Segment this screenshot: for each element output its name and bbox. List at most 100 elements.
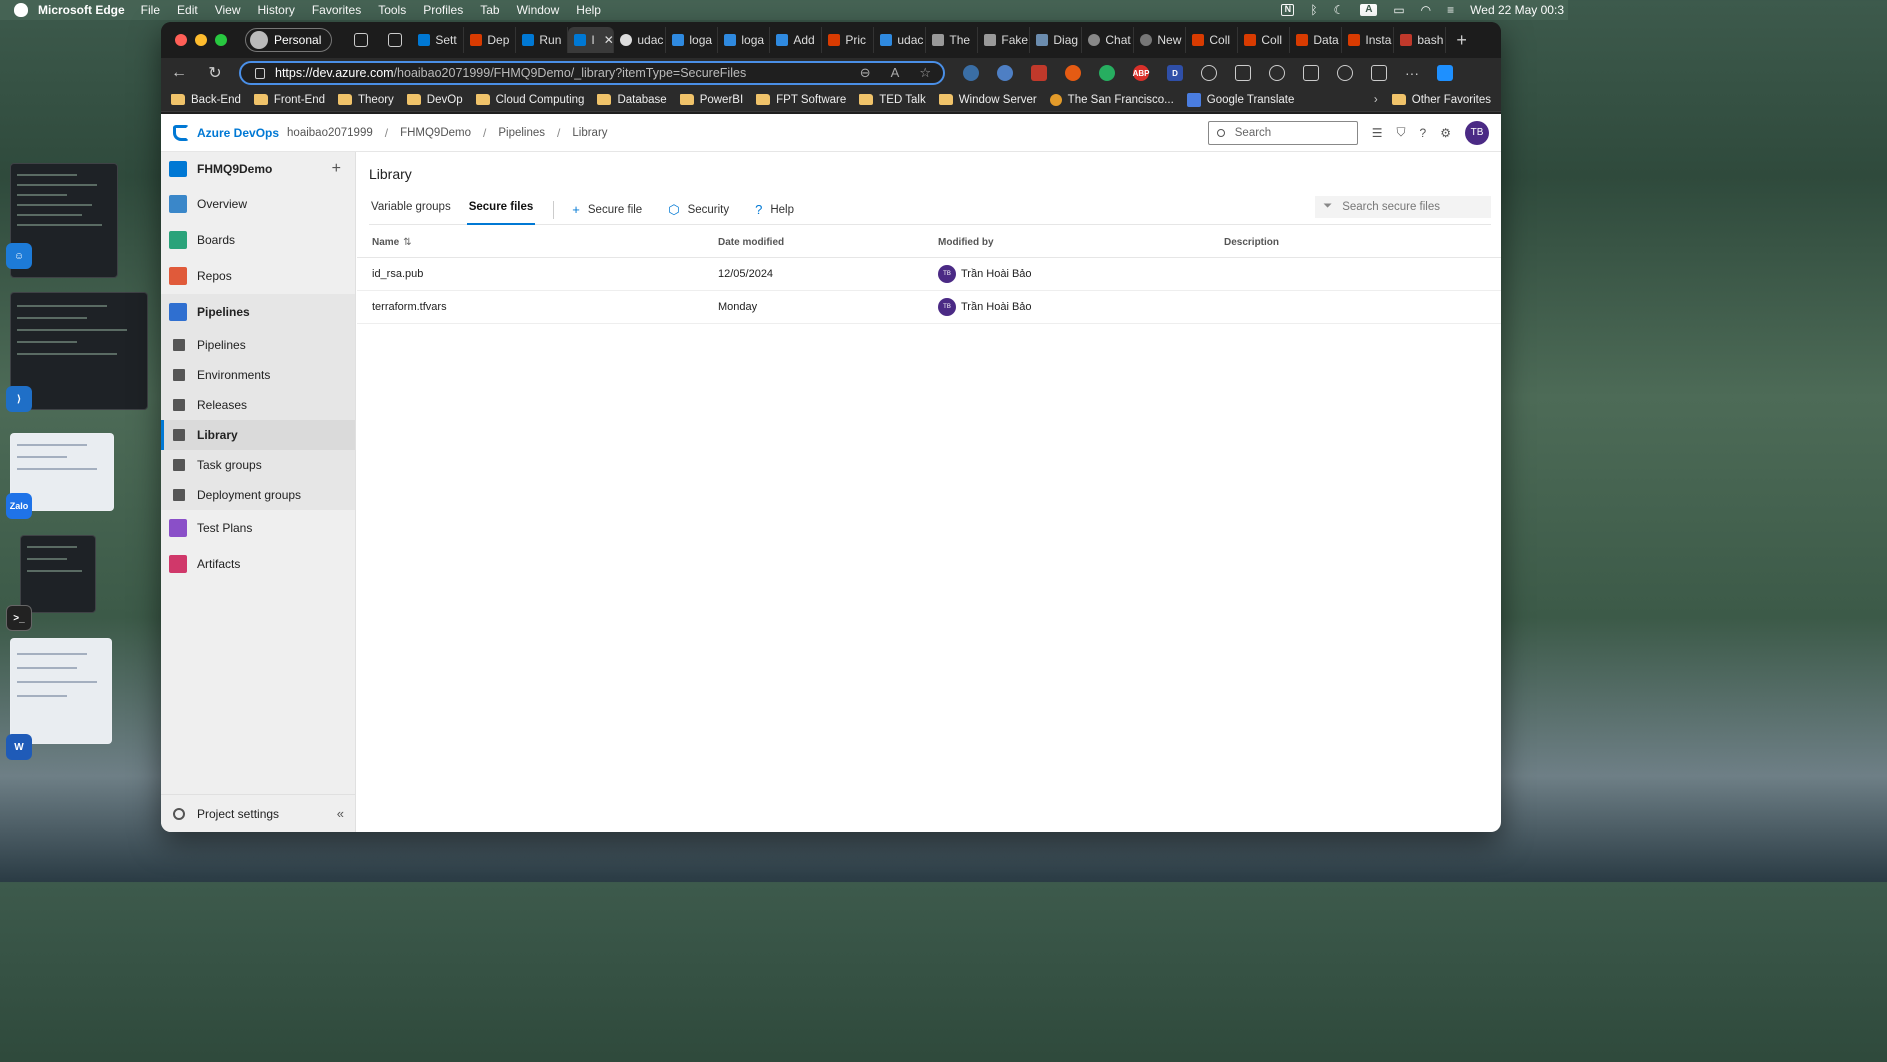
sidebar-item-boards[interactable]: Boards xyxy=(161,222,355,258)
user-settings-icon[interactable]: ⚙ xyxy=(1440,126,1451,140)
marketplace-bag-icon[interactable]: ⛉ xyxy=(1397,125,1406,140)
add-secure-file-button[interactable]: + Secure file xyxy=(572,198,642,222)
bookmark-folder[interactable]: Front-End xyxy=(253,94,325,106)
bookmark-folder[interactable]: DevOp xyxy=(406,94,463,106)
collapse-sidebar-icon[interactable]: « xyxy=(337,806,344,821)
sidebar-subitem-library[interactable]: Library xyxy=(161,420,355,450)
vscode-icon[interactable]: ⟩ xyxy=(6,386,32,412)
project-settings-link[interactable]: Project settings « xyxy=(161,794,356,832)
tab-secure-files[interactable]: Secure files xyxy=(466,195,536,225)
browser-tab-active[interactable]: I ✕ xyxy=(568,27,615,53)
terminal-icon[interactable]: >_ xyxy=(6,605,32,631)
word-icon[interactable]: W xyxy=(6,734,32,760)
menu-file[interactable]: File xyxy=(141,3,160,17)
browser-tab[interactable]: loga xyxy=(666,27,719,53)
tab-variable-groups[interactable]: Variable groups xyxy=(369,195,453,225)
url-field[interactable]: https://dev.azure.com/hoaibao2071999/FHM… xyxy=(239,61,945,85)
breadcrumb-library[interactable]: Library xyxy=(572,127,607,139)
collections-icon[interactable] xyxy=(1303,65,1319,81)
breadcrumb-organization[interactable]: hoaibao2071999 xyxy=(287,127,373,139)
help-button[interactable]: ? Help xyxy=(755,198,794,222)
sidebar-item-overview[interactable]: Overview xyxy=(161,186,355,222)
chevron-right-icon[interactable]: › xyxy=(1374,94,1378,106)
breadcrumb-pipelines[interactable]: Pipelines xyxy=(498,127,545,139)
extension-icon[interactable] xyxy=(1031,65,1047,81)
finder-icon[interactable]: ☺ xyxy=(6,243,32,269)
favorite-star-icon[interactable]: ☆ xyxy=(919,65,931,81)
apps-icon[interactable] xyxy=(1371,65,1387,81)
browser-tab[interactable]: Fake xyxy=(978,27,1031,53)
sidebar-item-pipelines[interactable]: Pipelines xyxy=(161,294,355,330)
extension-d-icon[interactable]: D xyxy=(1167,65,1183,81)
browser-tab[interactable]: loga xyxy=(718,27,771,53)
file-name[interactable]: id_rsa.pub xyxy=(357,268,718,280)
menu-tools[interactable]: Tools xyxy=(378,3,406,17)
minimize-window-button[interactable] xyxy=(195,34,207,46)
zoom-icon[interactable]: ⊖ xyxy=(860,65,871,81)
menubar-clock[interactable]: Wed 22 May 00:3 xyxy=(1470,3,1564,17)
user-avatar[interactable]: TB xyxy=(1465,120,1489,145)
column-date-modified[interactable]: Date modified xyxy=(718,237,938,248)
column-description[interactable]: Description xyxy=(1224,237,1501,248)
browser-tab[interactable]: Chat xyxy=(1082,27,1135,53)
work-items-icon[interactable]: ☰ xyxy=(1372,126,1383,140)
browser-tab[interactable]: Coll xyxy=(1238,27,1291,53)
browser-tab[interactable]: Run xyxy=(516,27,569,53)
browser-tab[interactable]: The xyxy=(926,27,979,53)
bookmark-link[interactable]: Google Translate xyxy=(1186,92,1294,107)
column-name[interactable]: Name ⇅ xyxy=(357,237,718,248)
tab-actions-icon[interactable] xyxy=(388,33,403,47)
stage-window-thumbnail[interactable] xyxy=(20,535,96,613)
browser-tab[interactable]: Sett xyxy=(412,27,465,53)
apple-icon[interactable] xyxy=(14,3,28,17)
azure-devops-logo-icon[interactable] xyxy=(173,124,189,141)
sidebar-item-test-plans[interactable]: Test Plans xyxy=(161,510,355,546)
moon-icon[interactable]: ☾ xyxy=(1334,3,1345,17)
bookmark-folder[interactable]: Cloud Computing xyxy=(475,94,584,106)
close-tab-icon[interactable]: ✕ xyxy=(604,33,614,47)
browser-tab[interactable]: Insta xyxy=(1342,27,1395,53)
split-screen-icon[interactable] xyxy=(1235,65,1251,81)
bluetooth-icon[interactable]: ᛒ xyxy=(1310,3,1317,17)
bookmark-folder[interactable]: Back-End xyxy=(171,94,241,106)
sidebar-subitem-releases[interactable]: Releases xyxy=(161,390,355,420)
other-favorites-folder[interactable]: Other Favorites xyxy=(1391,94,1491,106)
stage-window-thumbnail[interactable] xyxy=(10,638,112,744)
notion-icon[interactable]: N xyxy=(1281,4,1295,16)
adblock-plus-icon[interactable]: ABP xyxy=(1133,65,1149,81)
search-secure-files-input[interactable]: ⏷ Search secure files xyxy=(1315,195,1491,218)
battery-icon[interactable]: ▭ xyxy=(1393,3,1404,17)
browser-tab[interactable]: Data xyxy=(1290,27,1343,53)
zalo-icon[interactable]: Zalo xyxy=(6,493,32,519)
help-icon[interactable]: ? xyxy=(1420,126,1427,140)
more-options-icon[interactable]: ··· xyxy=(1405,65,1419,81)
refresh-icon[interactable]: ↻ xyxy=(197,63,233,83)
bookmark-folder[interactable]: FPT Software xyxy=(756,94,846,106)
menu-history[interactable]: History xyxy=(258,3,295,17)
menu-view[interactable]: View xyxy=(215,3,241,17)
profile-button[interactable]: Personal xyxy=(245,28,333,52)
input-source-icon[interactable]: A xyxy=(1360,4,1378,16)
bookmark-folder[interactable]: Database xyxy=(597,94,667,106)
wifi-icon[interactable]: ◠ xyxy=(1421,3,1431,17)
ado-brand[interactable]: Azure DevOps xyxy=(197,126,279,140)
bookmark-folder[interactable]: Window Server xyxy=(938,94,1037,106)
sidebar-subitem-pipelines[interactable]: Pipelines xyxy=(161,330,355,360)
browser-tab[interactable]: udac xyxy=(874,27,927,53)
add-icon[interactable]: + xyxy=(332,160,341,178)
header-search-box[interactable]: Search xyxy=(1207,120,1358,145)
bookmark-link[interactable]: The San Francisco... xyxy=(1049,93,1174,106)
lock-icon[interactable] xyxy=(255,67,265,79)
sidebar-item-artifacts[interactable]: Artifacts xyxy=(161,546,355,582)
extension-icon[interactable] xyxy=(1099,65,1115,81)
extension-icon[interactable] xyxy=(1065,65,1081,81)
table-row[interactable]: id_rsa.pub 12/05/2024 TB Trần Hoài Bảo xyxy=(357,258,1501,291)
menu-favorites[interactable]: Favorites xyxy=(312,3,361,17)
browser-tab[interactable]: New xyxy=(1134,27,1187,53)
close-window-button[interactable] xyxy=(175,34,187,46)
new-tab-button[interactable]: + xyxy=(1456,30,1467,51)
menu-app-name[interactable]: Microsoft Edge xyxy=(38,3,125,17)
table-row[interactable]: terraform.tfvars Monday TB Trần Hoài Bảo xyxy=(357,291,1501,324)
menu-window[interactable]: Window xyxy=(517,3,560,17)
maximize-window-button[interactable] xyxy=(215,34,227,46)
